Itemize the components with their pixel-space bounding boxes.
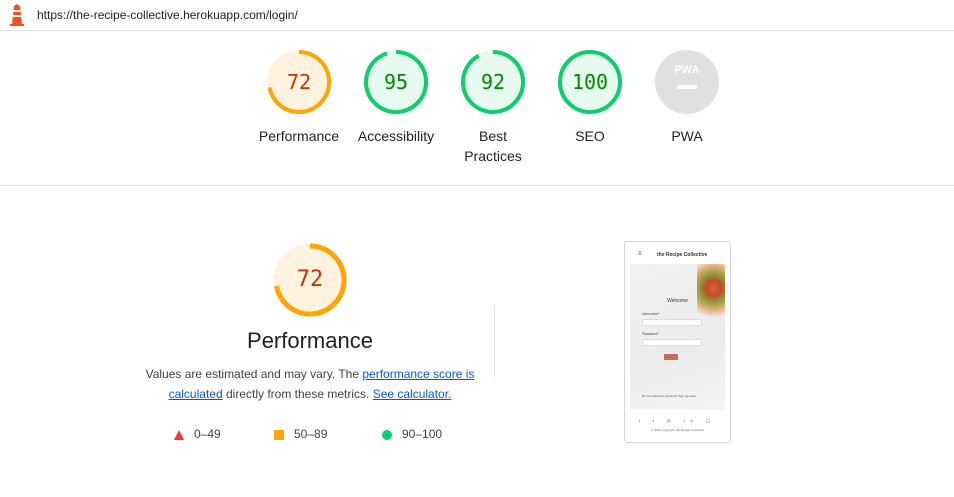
address-bar: https://the-recipe-collective.herokuapp.…: [0, 0, 954, 31]
thumbnail-password-field: [642, 339, 702, 346]
performance-title: Performance: [247, 328, 373, 353]
gauge-score: 100: [571, 70, 609, 94]
gauge-best-practices[interactable]: 92 Best Practices: [443, 48, 543, 166]
performance-summary: 72 Performance Values are estimated and …: [140, 240, 480, 404]
gauge-label: Best Practices: [464, 128, 522, 164]
legend-pass: 90–100: [382, 425, 442, 443]
description-text: Values are estimated and may vary. The: [145, 367, 363, 381]
legend-range: 50–89: [294, 427, 328, 441]
triangle-icon: [174, 429, 184, 440]
score-legend: 0–49 50–89 90–100: [170, 425, 470, 445]
gauge-seo[interactable]: 100 SEO: [540, 48, 640, 146]
thumbnail-hero: Welcome Username* Password* Do You Need …: [630, 264, 725, 410]
circle-icon: [382, 429, 392, 440]
thumbnail-social-icons: f t ◎ in ◯: [638, 418, 717, 423]
performance-score: 72: [296, 267, 324, 292]
thumbnail-welcome: Welcome: [667, 298, 688, 304]
thumbnail-signup-note: Do You Need An Account? Sign Up Here: [642, 394, 697, 398]
legend-range: 0–49: [194, 427, 221, 441]
thumbnail-username-label: Username*: [642, 312, 660, 316]
performance-description: Values are estimated and may vary. The p…: [140, 364, 480, 404]
gauge-accessibility[interactable]: 95 Accessibility: [346, 48, 446, 146]
page-url: https://the-recipe-collective.herokuapp.…: [37, 8, 298, 22]
score-gauges: 72 Performance 95 Accessibility 92 Best …: [0, 48, 954, 168]
lighthouse-logo-icon: [10, 4, 24, 26]
gauge-performance[interactable]: 72 Performance: [249, 48, 349, 146]
page-screenshot-thumbnail: ≡ the Recipe Collective Welcome Username…: [624, 241, 731, 443]
gauge-score: 72: [286, 70, 312, 94]
vertical-divider: [494, 305, 495, 377]
thumbnail-username-field: [642, 319, 702, 326]
gauge-score: 95: [383, 70, 409, 94]
section-divider: [0, 185, 954, 186]
legend-fail: 0–49: [174, 425, 221, 443]
legend-average: 50–89: [274, 425, 327, 443]
legend-range: 90–100: [402, 427, 443, 441]
gauge-label: Accessibility: [357, 128, 435, 144]
gauge-label: Performance: [258, 128, 340, 144]
gauge-label: SEO: [575, 128, 605, 144]
thumbnail-login-button: [664, 354, 678, 360]
square-icon: [274, 429, 284, 440]
food-image: [697, 264, 725, 324]
thumbnail-copyright: © 2021 Copyright: the Recipe Collective: [650, 428, 705, 432]
description-text: directly from these metrics.: [222, 387, 373, 401]
thumbnail-password-label: Password*: [642, 332, 659, 336]
gauge-label: PWA: [671, 128, 703, 144]
pwa-badge-text: PWA: [674, 64, 699, 76]
gauge-score: 92: [480, 70, 506, 94]
thumbnail-navbar: ≡ the Recipe Collective: [625, 242, 730, 266]
see-calculator-link[interactable]: See calculator.: [373, 387, 452, 401]
gauge-pwa[interactable]: PWA PWA: [637, 48, 737, 146]
performance-gauge: 72: [270, 240, 350, 320]
pwa-badge-icon: PWA: [655, 50, 719, 114]
thumbnail-brand: the Recipe Collective: [657, 252, 708, 258]
hamburger-menu-icon: ≡: [638, 251, 642, 257]
